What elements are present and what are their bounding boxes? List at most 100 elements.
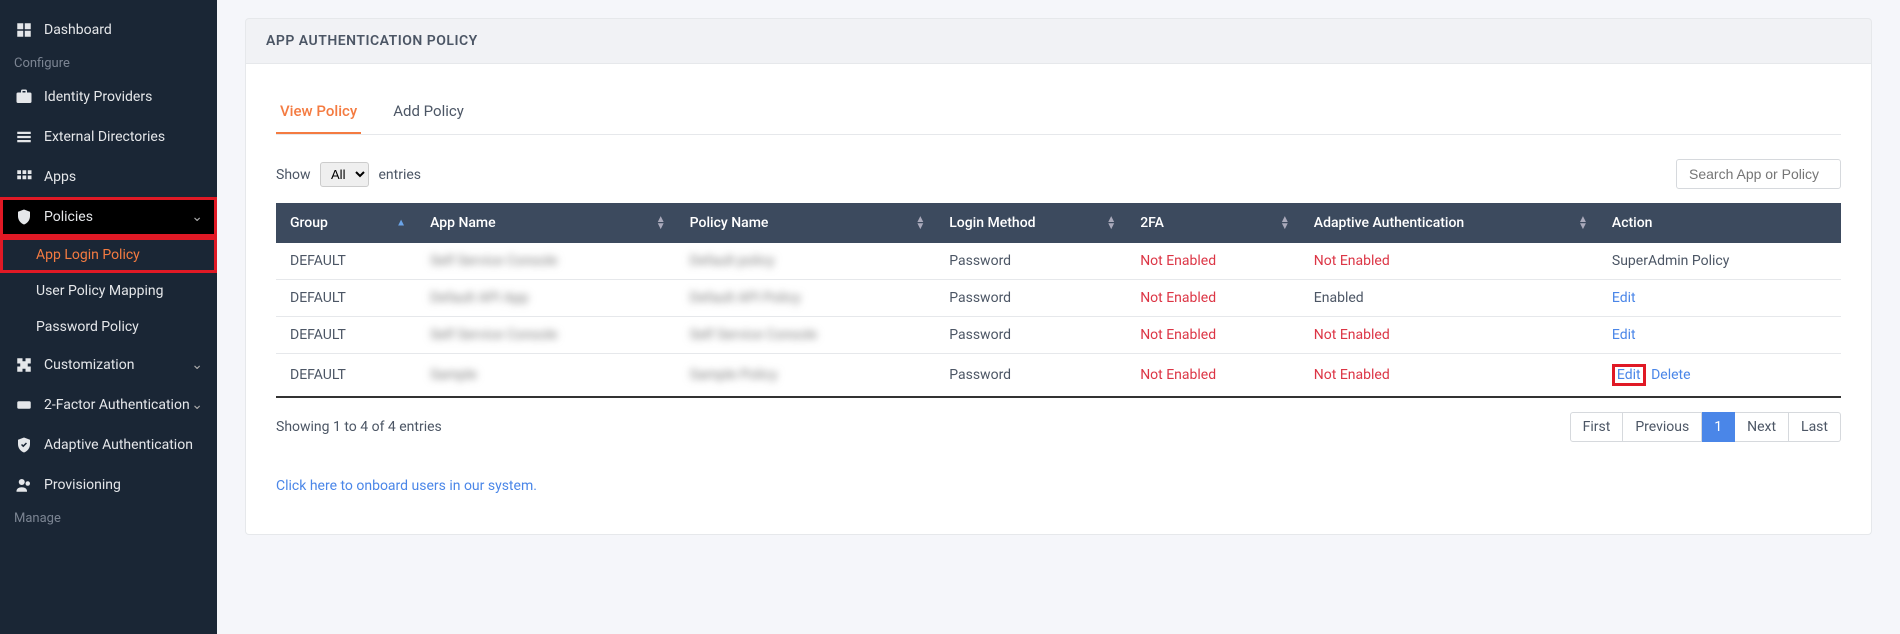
cell-2fa: Not Enabled	[1126, 243, 1300, 280]
col-2fa[interactable]: 2FA▲▼	[1126, 203, 1300, 243]
edit-link[interactable]: Edit	[1612, 364, 1646, 386]
sidebar-item-label: Adaptive Authentication	[44, 437, 193, 453]
sidebar-item-adaptive-auth[interactable]: Adaptive Authentication	[0, 425, 217, 465]
briefcase-icon	[14, 87, 34, 107]
tab-add-policy[interactable]: Add Policy	[389, 94, 468, 134]
table-footer: Showing 1 to 4 of 4 entries First Previo…	[276, 412, 1841, 442]
col-action: Action	[1598, 203, 1841, 243]
col-adaptive[interactable]: Adaptive Authentication▲▼	[1300, 203, 1598, 243]
sidebar-item-apps[interactable]: Apps	[0, 157, 217, 197]
cell-action: Edit	[1598, 317, 1841, 354]
shield-icon	[14, 207, 34, 227]
page-last[interactable]: Last	[1789, 412, 1841, 442]
sidebar-item-label: Password Policy	[36, 319, 139, 335]
sidebar-item-external-directories[interactable]: External Directories	[0, 117, 217, 157]
sidebar-section-manage: Manage	[0, 505, 217, 532]
page-previous[interactable]: Previous	[1623, 412, 1702, 442]
cell-2fa: Not Enabled	[1126, 354, 1300, 398]
entries-label: entries	[379, 167, 422, 183]
users-icon	[14, 475, 34, 495]
col-group[interactable]: Group	[276, 203, 416, 243]
cell-login-method: Password	[935, 317, 1126, 354]
cell-policy-name: Self Service Console	[676, 317, 936, 354]
page-first[interactable]: First	[1570, 412, 1624, 442]
chevron-down-icon: ⌄	[191, 209, 203, 225]
show-label: Show	[276, 167, 311, 183]
sidebar-item-label: External Directories	[44, 129, 165, 145]
sidebar-item-2fa[interactable]: 2-Factor Authentication ⌄	[0, 385, 217, 425]
sidebar-item-provisioning[interactable]: Provisioning	[0, 465, 217, 505]
cell-app-name: Sample	[416, 354, 676, 398]
pagination: First Previous 1 Next Last	[1570, 412, 1841, 442]
search-input[interactable]	[1676, 159, 1841, 189]
sidebar-item-label: User Policy Mapping	[36, 283, 163, 299]
cell-policy-name: Sample Policy	[676, 354, 936, 398]
puzzle-icon	[14, 355, 34, 375]
table-row: DEFAULT Default API App Default API Poli…	[276, 280, 1841, 317]
sidebar-item-label: Identity Providers	[44, 89, 152, 105]
sidebar-item-label: Provisioning	[44, 477, 121, 493]
cell-action: Edit Delete	[1598, 354, 1841, 398]
cell-2fa: Not Enabled	[1126, 280, 1300, 317]
cell-app-name: Self Service Console	[416, 317, 676, 354]
chevron-down-icon: ⌄	[191, 357, 203, 373]
footer-info: Showing 1 to 4 of 4 entries	[276, 419, 442, 435]
sidebar-item-user-policy-mapping[interactable]: User Policy Mapping	[0, 273, 217, 309]
sidebar-item-password-policy[interactable]: Password Policy	[0, 309, 217, 345]
page-next[interactable]: Next	[1735, 412, 1789, 442]
sidebar-item-label: Apps	[44, 169, 76, 185]
table-body: DEFAULT Self Service Console Default pol…	[276, 243, 1841, 397]
sidebar-item-label: Customization	[44, 357, 134, 373]
page-1[interactable]: 1	[1702, 412, 1735, 442]
cell-login-method: Password	[935, 354, 1126, 398]
card-body: View Policy Add Policy Show All entries …	[245, 64, 1872, 535]
entries-select[interactable]: All	[320, 162, 369, 187]
cell-group: DEFAULT	[276, 243, 416, 280]
dashboard-icon	[14, 20, 34, 40]
cell-policy-name: Default policy	[676, 243, 936, 280]
sidebar: Dashboard Configure Identity Providers E…	[0, 0, 217, 634]
key-icon	[14, 395, 34, 415]
table-controls: Show All entries	[276, 159, 1841, 189]
cell-group: DEFAULT	[276, 317, 416, 354]
sidebar-item-policies[interactable]: Policies ⌄	[0, 197, 217, 237]
col-app-name[interactable]: App Name▲▼	[416, 203, 676, 243]
cell-2fa: Not Enabled	[1126, 317, 1300, 354]
entries-control: Show All entries	[276, 162, 421, 187]
sidebar-item-label: App Login Policy	[36, 247, 140, 263]
table-row: DEFAULT Self Service Console Default pol…	[276, 243, 1841, 280]
tabs: View Policy Add Policy	[276, 94, 1841, 135]
onboard-link[interactable]: Click here to onboard users in our syste…	[276, 478, 1841, 494]
cell-app-name: Self Service Console	[416, 243, 676, 280]
list-icon	[14, 127, 34, 147]
cell-adaptive: Not Enabled	[1300, 354, 1598, 398]
cell-adaptive: Not Enabled	[1300, 317, 1598, 354]
chevron-down-icon: ⌄	[191, 397, 203, 413]
sidebar-item-app-login-policy[interactable]: App Login Policy	[0, 237, 217, 273]
sidebar-section-configure: Configure	[0, 50, 217, 77]
tab-view-policy[interactable]: View Policy	[276, 94, 361, 134]
cell-login-method: Password	[935, 280, 1126, 317]
edit-link[interactable]: Edit	[1612, 327, 1636, 343]
sidebar-item-label: Policies	[44, 209, 93, 225]
cell-group: DEFAULT	[276, 354, 416, 398]
sidebar-item-identity-providers[interactable]: Identity Providers	[0, 77, 217, 117]
edit-link[interactable]: Edit	[1612, 290, 1636, 306]
cell-action: Edit	[1598, 280, 1841, 317]
table-row: DEFAULT Self Service Console Self Servic…	[276, 317, 1841, 354]
col-login-method[interactable]: Login Method▲▼	[935, 203, 1126, 243]
shield-check-icon	[14, 435, 34, 455]
delete-link[interactable]: Delete	[1651, 367, 1690, 383]
page-title: APP AUTHENTICATION POLICY	[245, 18, 1872, 64]
sidebar-item-dashboard[interactable]: Dashboard	[0, 10, 217, 50]
sidebar-item-customization[interactable]: Customization ⌄	[0, 345, 217, 385]
main-content: APP AUTHENTICATION POLICY View Policy Ad…	[217, 0, 1900, 634]
col-policy-name[interactable]: Policy Name▲▼	[676, 203, 936, 243]
cell-login-method: Password	[935, 243, 1126, 280]
cell-policy-name: Default API Policy	[676, 280, 936, 317]
cell-app-name: Default API App	[416, 280, 676, 317]
cell-adaptive: Not Enabled	[1300, 243, 1598, 280]
cell-action: SuperAdmin Policy	[1598, 243, 1841, 280]
policy-table: Group App Name▲▼ Policy Name▲▼ Login Met…	[276, 203, 1841, 398]
table-row: DEFAULT Sample Sample Policy Password No…	[276, 354, 1841, 398]
